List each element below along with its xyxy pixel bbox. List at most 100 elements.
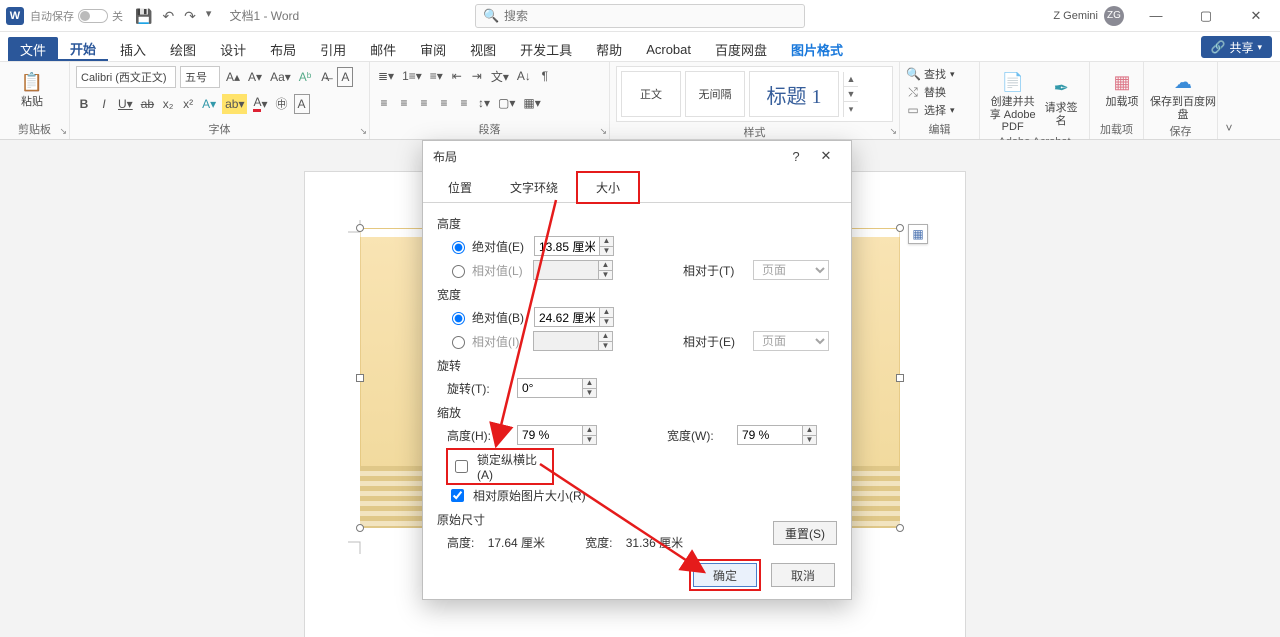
phonetic-icon[interactable]: Aᵇ: [297, 67, 314, 87]
font-name-combo[interactable]: Calibri (西文正文): [76, 66, 176, 88]
close-button[interactable]: ✕: [1238, 3, 1274, 29]
spin-up-icon[interactable]: ▲: [583, 378, 597, 388]
spin-up-icon[interactable]: ▲: [583, 425, 597, 435]
dialog-tab-position[interactable]: 位置: [429, 172, 491, 203]
layout-options-button[interactable]: ▦: [908, 224, 928, 244]
text-effects-icon[interactable]: A▾: [200, 94, 218, 114]
tab-mailings[interactable]: 邮件: [358, 37, 408, 61]
handle-ne[interactable]: [896, 224, 904, 232]
align-right-icon[interactable]: ≡: [416, 93, 432, 113]
spin-down-icon[interactable]: ▼: [600, 246, 614, 256]
distribute-icon[interactable]: ≡: [456, 93, 472, 113]
scale-h-input[interactable]: ▲▼: [517, 425, 597, 445]
width-abs-radio[interactable]: 绝对值(B): [447, 309, 524, 326]
relative-original-input[interactable]: [451, 489, 464, 502]
width-rel-radio[interactable]: 相对值(I): [447, 333, 523, 350]
height-abs-field[interactable]: [534, 236, 600, 256]
height-abs-radio[interactable]: 绝对值(E): [447, 238, 524, 255]
rotate-input[interactable]: ▲▼: [517, 378, 597, 398]
underline-icon[interactable]: U▾: [116, 94, 135, 114]
tab-acrobat[interactable]: Acrobat: [634, 37, 703, 61]
highlight-icon[interactable]: ab▾: [222, 94, 247, 114]
style-normal[interactable]: 正文: [621, 71, 681, 117]
tab-references[interactable]: 引用: [308, 37, 358, 61]
tab-developer[interactable]: 开发工具: [508, 37, 584, 61]
account[interactable]: Z Gemini ZG: [1053, 6, 1124, 26]
superscript-icon[interactable]: x²: [180, 94, 196, 114]
handle-se[interactable]: [896, 524, 904, 532]
bold-icon[interactable]: B: [76, 94, 92, 114]
numbering-icon[interactable]: 1≡▾: [400, 66, 424, 86]
scale-h-field[interactable]: [517, 425, 583, 445]
tab-home[interactable]: 开始: [58, 37, 108, 61]
cancel-button[interactable]: 取消: [771, 563, 835, 587]
sort-icon[interactable]: A↓: [515, 66, 533, 86]
multilevel-icon[interactable]: ≡▾: [428, 66, 445, 86]
search-input[interactable]: [475, 4, 805, 28]
tab-help[interactable]: 帮助: [584, 37, 634, 61]
width-abs-input[interactable]: ▲▼: [534, 307, 614, 327]
grow-font-icon[interactable]: A▴: [224, 67, 242, 87]
dialog-titlebar[interactable]: 布局 ? ✕: [423, 141, 851, 171]
tab-review[interactable]: 审阅: [408, 37, 458, 61]
align-left-icon[interactable]: ≡: [376, 93, 392, 113]
show-marks-icon[interactable]: ¶: [537, 66, 553, 86]
gallery-more-icon[interactable]: ▾: [844, 102, 858, 117]
line-spacing-icon[interactable]: ↕▾: [476, 93, 492, 113]
minimize-button[interactable]: —: [1138, 3, 1174, 29]
tab-file[interactable]: 文件: [8, 37, 58, 61]
asian-layout-icon[interactable]: 文▾: [489, 66, 511, 86]
tab-view[interactable]: 视图: [458, 37, 508, 61]
styles-launcher-icon[interactable]: ↘: [889, 126, 897, 137]
spin-down-icon[interactable]: ▼: [600, 317, 614, 327]
spin-down-icon[interactable]: ▼: [803, 435, 817, 445]
acrobat-create-button[interactable]: 📄 创建并共享 Adobe PDF: [986, 66, 1039, 134]
dec-indent-icon[interactable]: ⇤: [449, 66, 465, 86]
tab-picture-format[interactable]: 图片格式: [779, 37, 855, 61]
bullets-icon[interactable]: ≣▾: [376, 66, 396, 86]
dialog-tab-wrap[interactable]: 文字环绕: [491, 172, 577, 203]
addins-button[interactable]: ▦ 加载项: [1096, 66, 1148, 109]
justify-icon[interactable]: ≡: [436, 93, 452, 113]
width-abs-field[interactable]: [534, 307, 600, 327]
paste-button[interactable]: 📋 粘贴: [6, 66, 58, 109]
maximize-button[interactable]: ▢: [1188, 3, 1224, 29]
select-button[interactable]: ▭选择▾: [906, 102, 973, 118]
handle-nw[interactable]: [356, 224, 364, 232]
handle-e[interactable]: [896, 374, 904, 382]
lock-aspect-checkbox[interactable]: 锁定纵横比(A): [447, 449, 553, 484]
gallery-scroll[interactable]: ▲ ▼ ▾: [843, 72, 858, 117]
paragraph-launcher-icon[interactable]: ↘: [599, 126, 607, 137]
inc-indent-icon[interactable]: ⇥: [469, 66, 485, 86]
qat-more-icon[interactable]: ▾: [206, 9, 212, 23]
align-center-icon[interactable]: ≡: [396, 93, 412, 113]
spin-down-icon[interactable]: ▼: [583, 435, 597, 445]
tab-draw[interactable]: 绘图: [158, 37, 208, 61]
style-heading1[interactable]: 标题 1: [749, 71, 839, 117]
handle-sw[interactable]: [356, 524, 364, 532]
tab-design[interactable]: 设计: [208, 37, 258, 61]
tab-layout[interactable]: 布局: [258, 37, 308, 61]
scale-w-input[interactable]: ▲▼: [737, 425, 817, 445]
dialog-help-button[interactable]: ?: [781, 143, 811, 169]
styles-gallery[interactable]: 正文 无间隔 标题 1 ▲ ▼ ▾: [616, 66, 893, 122]
change-case-icon[interactable]: Aa▾: [268, 67, 293, 87]
borders-icon[interactable]: ▦▾: [521, 93, 542, 113]
relative-original-checkbox[interactable]: 相对原始图片大小(R): [447, 486, 837, 505]
gallery-down-icon[interactable]: ▼: [844, 87, 858, 102]
strike-icon[interactable]: ab: [139, 94, 156, 114]
autosave[interactable]: 自动保存 关: [30, 8, 123, 24]
undo-icon[interactable]: ↶: [162, 9, 174, 23]
spin-up-icon[interactable]: ▲: [600, 307, 614, 317]
height-abs-input[interactable]: ▲▼: [534, 236, 614, 256]
spin-down-icon[interactable]: ▼: [583, 388, 597, 398]
save-icon[interactable]: 💾: [135, 9, 152, 23]
replace-button[interactable]: ⤭替换: [906, 84, 973, 100]
rotate-field[interactable]: [517, 378, 583, 398]
ok-button[interactable]: 确定: [693, 563, 757, 587]
dialog-tab-size[interactable]: 大小: [577, 172, 639, 203]
clipboard-launcher-icon[interactable]: ↘: [59, 126, 67, 137]
tab-baidu[interactable]: 百度网盘: [703, 37, 779, 61]
gallery-up-icon[interactable]: ▲: [844, 72, 858, 87]
style-nospacing[interactable]: 无间隔: [685, 71, 745, 117]
